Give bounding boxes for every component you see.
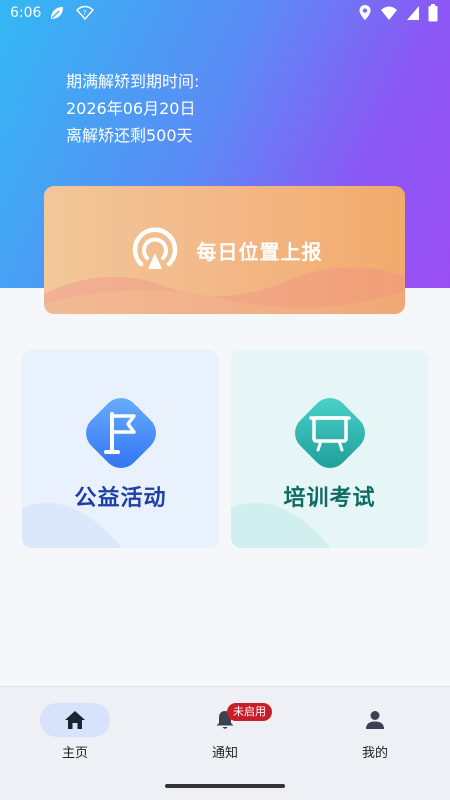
wifi-icon: [380, 5, 398, 25]
status-time: 6:06: [10, 5, 42, 21]
whiteboard-icon: [287, 390, 373, 476]
status-badge: 未启用: [227, 703, 272, 721]
wifi-question-icon: ?: [76, 4, 94, 26]
location-broadcast-icon: [127, 222, 183, 278]
nav-profile[interactable]: 我的: [300, 687, 450, 777]
release-date-title: 期满解矫到期时间:: [66, 72, 200, 91]
nav-home-label: 主页: [61, 746, 88, 761]
bottom-navigation: 主页 未启用 通知 我的: [0, 686, 450, 800]
nav-notifications-label: 通知: [211, 746, 238, 761]
person-icon: [363, 709, 387, 731]
training-exam-tile[interactable]: 培训考试: [231, 350, 428, 548]
days-remaining: 离解矫还剩500天: [66, 126, 193, 145]
training-exam-label: 培训考试: [283, 486, 376, 511]
public-welfare-tile[interactable]: 公益活动: [22, 350, 219, 548]
leaf-icon: [48, 4, 66, 26]
report-label: 每日位置上报: [196, 239, 323, 264]
nav-home[interactable]: 主页: [0, 687, 150, 777]
location-icon: [358, 4, 372, 26]
status-bar: 6:06 ?: [0, 0, 450, 28]
home-indicator[interactable]: [165, 784, 285, 788]
release-info: 期满解矫到期时间: 2026年06月20日 离解矫还剩500天: [66, 68, 199, 149]
release-date-value: 2026年06月20日: [66, 99, 196, 118]
daily-report-section: 每日位置上报: [44, 186, 405, 326]
flag-icon: [78, 390, 164, 476]
home-icon: [63, 709, 87, 731]
svg-text:?: ?: [83, 9, 87, 17]
signal-icon: [406, 5, 420, 25]
nav-notifications[interactable]: 未启用 通知: [150, 687, 300, 777]
public-welfare-label: 公益活动: [74, 486, 167, 511]
nav-profile-label: 我的: [361, 746, 388, 761]
daily-location-report-button[interactable]: 每日位置上报: [44, 186, 405, 314]
battery-icon: [428, 4, 438, 26]
